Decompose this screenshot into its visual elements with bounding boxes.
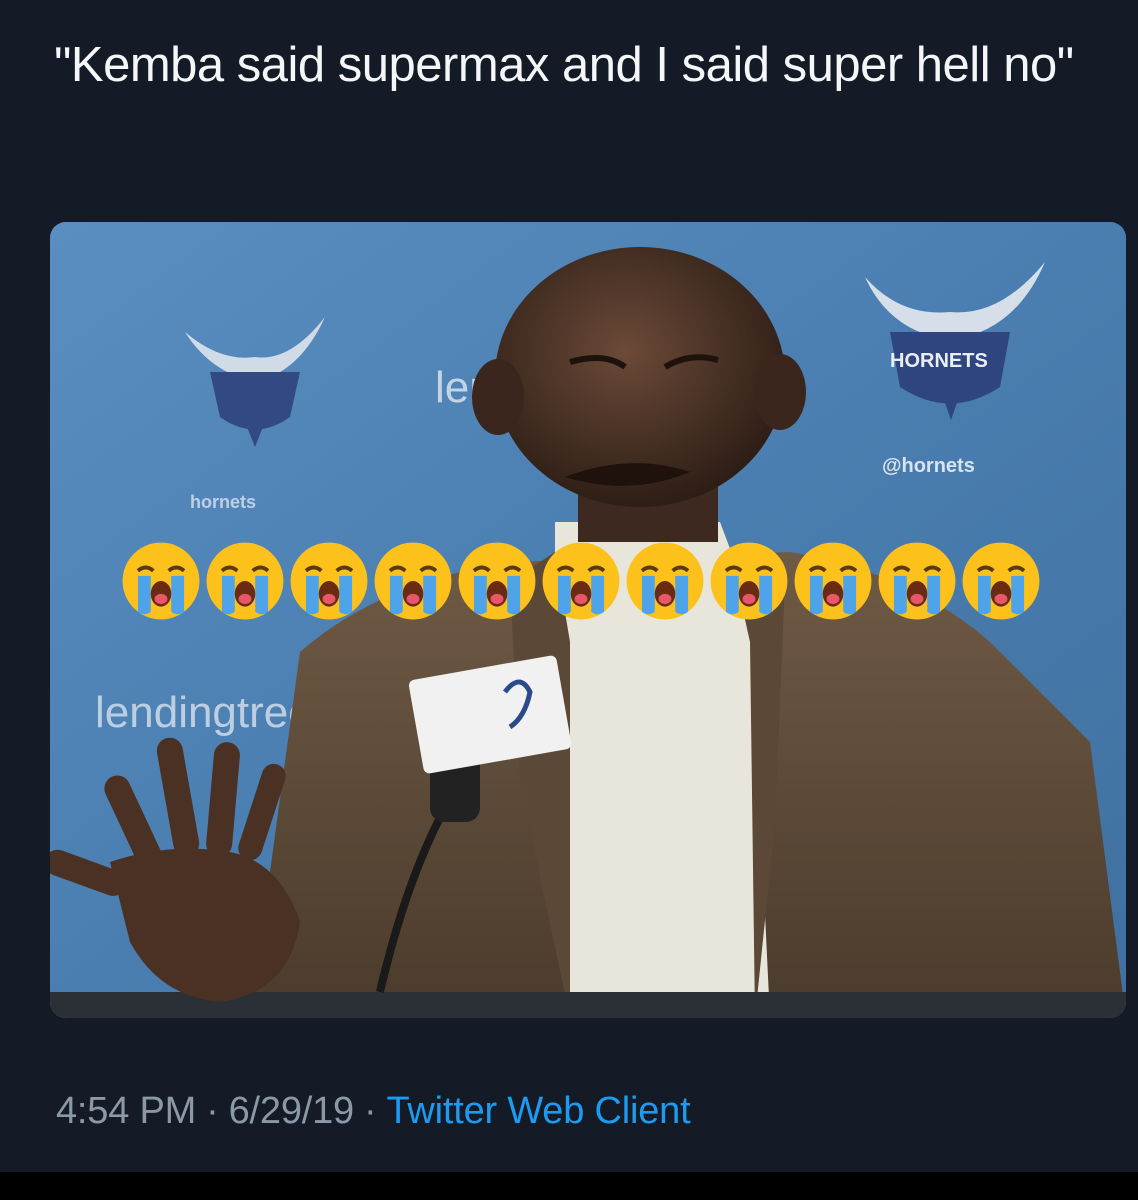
backdrop-sponsor-left: lendingtree	[95, 688, 313, 737]
loudly-crying-face-icon	[458, 542, 536, 620]
loudly-crying-face-icon	[710, 542, 788, 620]
meta-separator: ·	[206, 1090, 219, 1132]
tweet-time[interactable]: 4:54 PM	[56, 1090, 196, 1132]
loudly-crying-face-icon	[542, 542, 620, 620]
loudly-crying-face-icon	[290, 542, 368, 620]
loudly-crying-face-icon	[626, 542, 704, 620]
loudly-crying-face-icon	[206, 542, 284, 620]
loudly-crying-face-icon	[794, 542, 872, 620]
tweet-card: "Kemba said supermax and I said super he…	[0, 0, 1138, 1172]
meta-separator: ·	[363, 1090, 377, 1132]
crying-emoji-row	[120, 540, 1042, 622]
backdrop-handle: @hornets	[882, 455, 975, 477]
tweet-media-photo[interactable]: hornets HORNETS @hornets len lendingtree	[50, 222, 1126, 1018]
tweet-metadata: 4:54 PM · 6/29/19 · Twitter Web Client	[56, 1090, 691, 1133]
tweet-text: "Kemba said supermax and I said super he…	[54, 38, 1074, 92]
bottom-black-bar	[0, 1172, 1138, 1200]
tweet-client-link[interactable]: Twitter Web Client	[386, 1090, 690, 1132]
loudly-crying-face-icon	[374, 542, 452, 620]
backdrop-hashtag: hornets	[190, 492, 256, 512]
backdrop-team-text: HORNETS	[890, 350, 988, 372]
tweet-date[interactable]: 6/29/19	[229, 1090, 355, 1132]
loudly-crying-face-icon	[962, 542, 1040, 620]
loudly-crying-face-icon	[878, 542, 956, 620]
loudly-crying-face-icon	[122, 542, 200, 620]
